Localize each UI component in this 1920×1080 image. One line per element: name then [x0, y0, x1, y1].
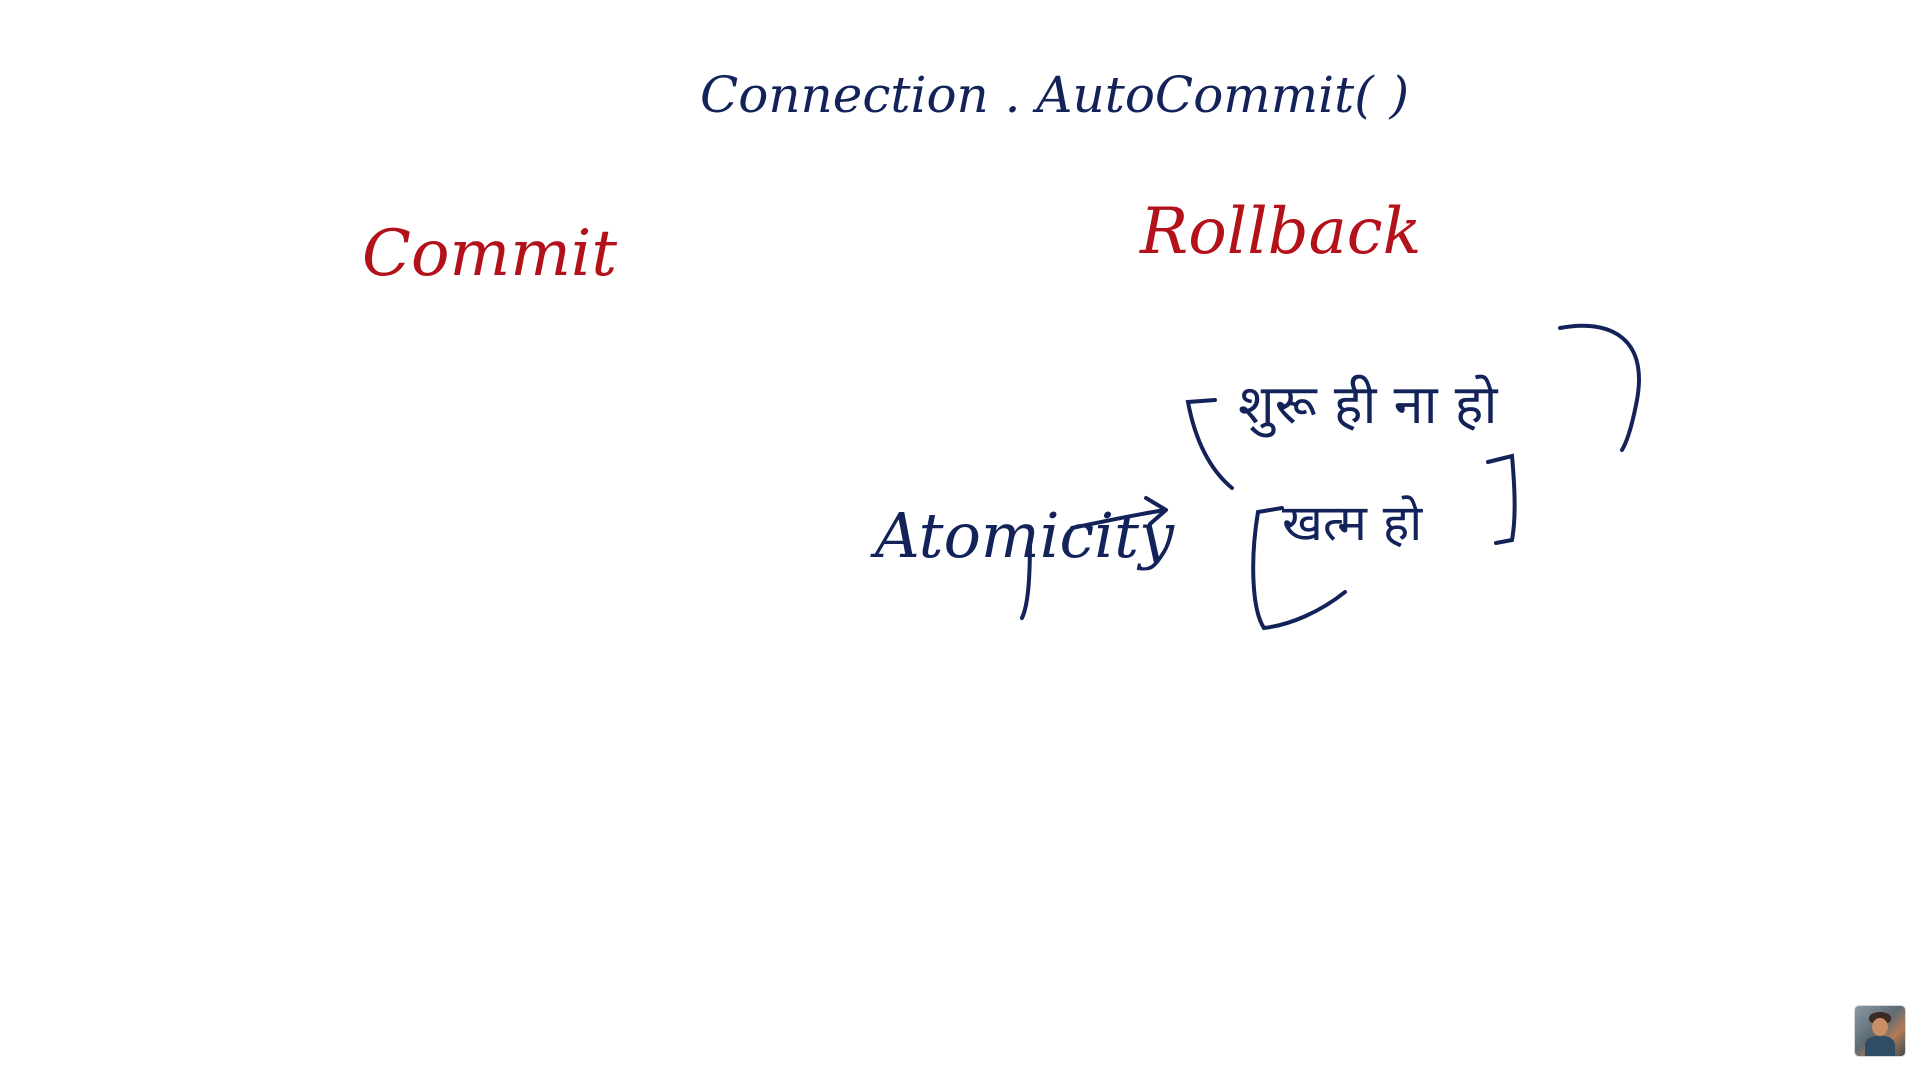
whiteboard-canvas: Connection . AutoCommit( ) Commit Rollba…: [0, 0, 1920, 1080]
atomicity-label: Atomicity: [875, 499, 1175, 572]
bracket-1-right: [1558, 323, 1641, 452]
commit-heading: Commit: [362, 217, 618, 291]
avatar-body: [1865, 1036, 1895, 1056]
bracket-1-left: [1185, 398, 1234, 490]
board-title: Connection . AutoCommit( ): [700, 66, 1410, 124]
note-start-not-happen: शुरू ही ना हो: [1238, 373, 1498, 436]
presenter-avatar-thumbnail: [1855, 1006, 1905, 1056]
avatar-face: [1872, 1018, 1888, 1036]
note-finish: खत्म हो: [1282, 494, 1423, 552]
rollback-heading: Rollback: [1140, 195, 1422, 269]
bracket-2-right: [1486, 453, 1517, 545]
